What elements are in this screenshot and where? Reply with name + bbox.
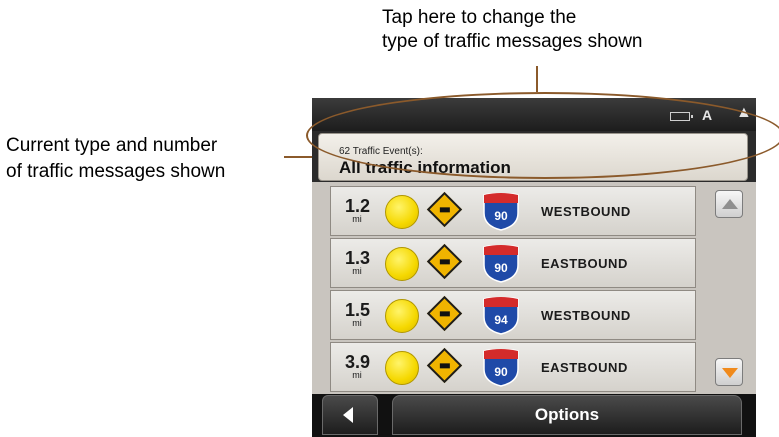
scroll-down-button[interactable] [715,358,743,386]
traffic-sign-icon [426,347,463,384]
distance: 1.5 mi [345,300,371,328]
incident-severity-icon [385,247,419,281]
traffic-sign-icon [426,243,463,280]
direction-label: EASTBOUND [541,360,628,375]
status-bar: A ▲ [312,98,756,131]
distance-value: 1.5 [345,300,371,320]
incident-severity-icon [385,299,419,333]
callout-top-line1: Tap here to change the [382,7,577,28]
list-item[interactable]: 1.2 mi 90 WESTBOUND [330,186,696,236]
route-number: 90 [494,365,508,379]
direction-label: EASTBOUND [541,256,628,271]
route-number: 90 [494,261,508,275]
scroll-up-button[interactable] [715,190,743,218]
distance: 3.9 mi [345,352,371,380]
letter-a-icon: A [702,107,713,123]
callout-top-leader [536,66,538,92]
list-item[interactable]: 1.3 mi 90 EASTBOUND [330,238,696,288]
bottom-toolbar: Options [312,394,756,437]
distance-value: 1.2 [345,196,371,216]
back-button[interactable] [322,395,378,435]
traffic-sign-icon [426,295,463,332]
distance-unit: mi [352,266,362,276]
battery-icon [670,112,693,121]
route-number: 94 [494,313,508,327]
scrollbar[interactable] [702,182,756,394]
distance-unit: mi [352,214,362,224]
incident-severity-icon [385,351,419,385]
traffic-list: 1.2 mi 90 WESTBOUND 1.3 mi 90 EASTBOUND … [312,182,756,394]
interstate-shield-icon: 94 [483,297,519,335]
incident-severity-icon [385,195,419,229]
event-type-label: All traffic information [339,158,511,177]
distance: 1.3 mi [345,248,371,276]
interstate-shield-icon: 90 [483,245,519,283]
options-button[interactable]: Options [392,395,742,435]
signal-icon: ▲ [736,104,752,121]
event-count-label: 62 Traffic Event(s): [339,146,423,157]
interstate-shield-icon: 90 [483,349,519,387]
distance-unit: mi [352,318,362,328]
callout-left-line1: Current type and number [6,135,218,156]
callout-top: Tap here to change the type of traffic m… [382,6,643,54]
callout-left: Current type and number of traffic messa… [6,133,225,185]
interstate-shield-icon: 90 [483,193,519,231]
traffic-type-header[interactable]: 62 Traffic Event(s): All traffic informa… [318,133,748,181]
callout-top-line2: type of traffic messages shown [382,31,643,52]
callout-left-line2: of traffic messages shown [6,161,226,182]
distance-value: 3.9 [345,352,371,372]
distance-unit: mi [352,370,362,380]
traffic-sign-icon [426,191,463,228]
direction-label: WESTBOUND [541,308,631,323]
distance: 1.2 mi [345,196,371,224]
distance-value: 1.3 [345,248,371,268]
device-screen: A ▲ 62 Traffic Event(s): All traffic inf… [312,98,756,437]
route-number: 90 [494,209,508,223]
list-item[interactable]: 1.5 mi 94 WESTBOUND [330,290,696,340]
direction-label: WESTBOUND [541,204,631,219]
list-item[interactable]: 3.9 mi 90 EASTBOUND [330,342,696,392]
